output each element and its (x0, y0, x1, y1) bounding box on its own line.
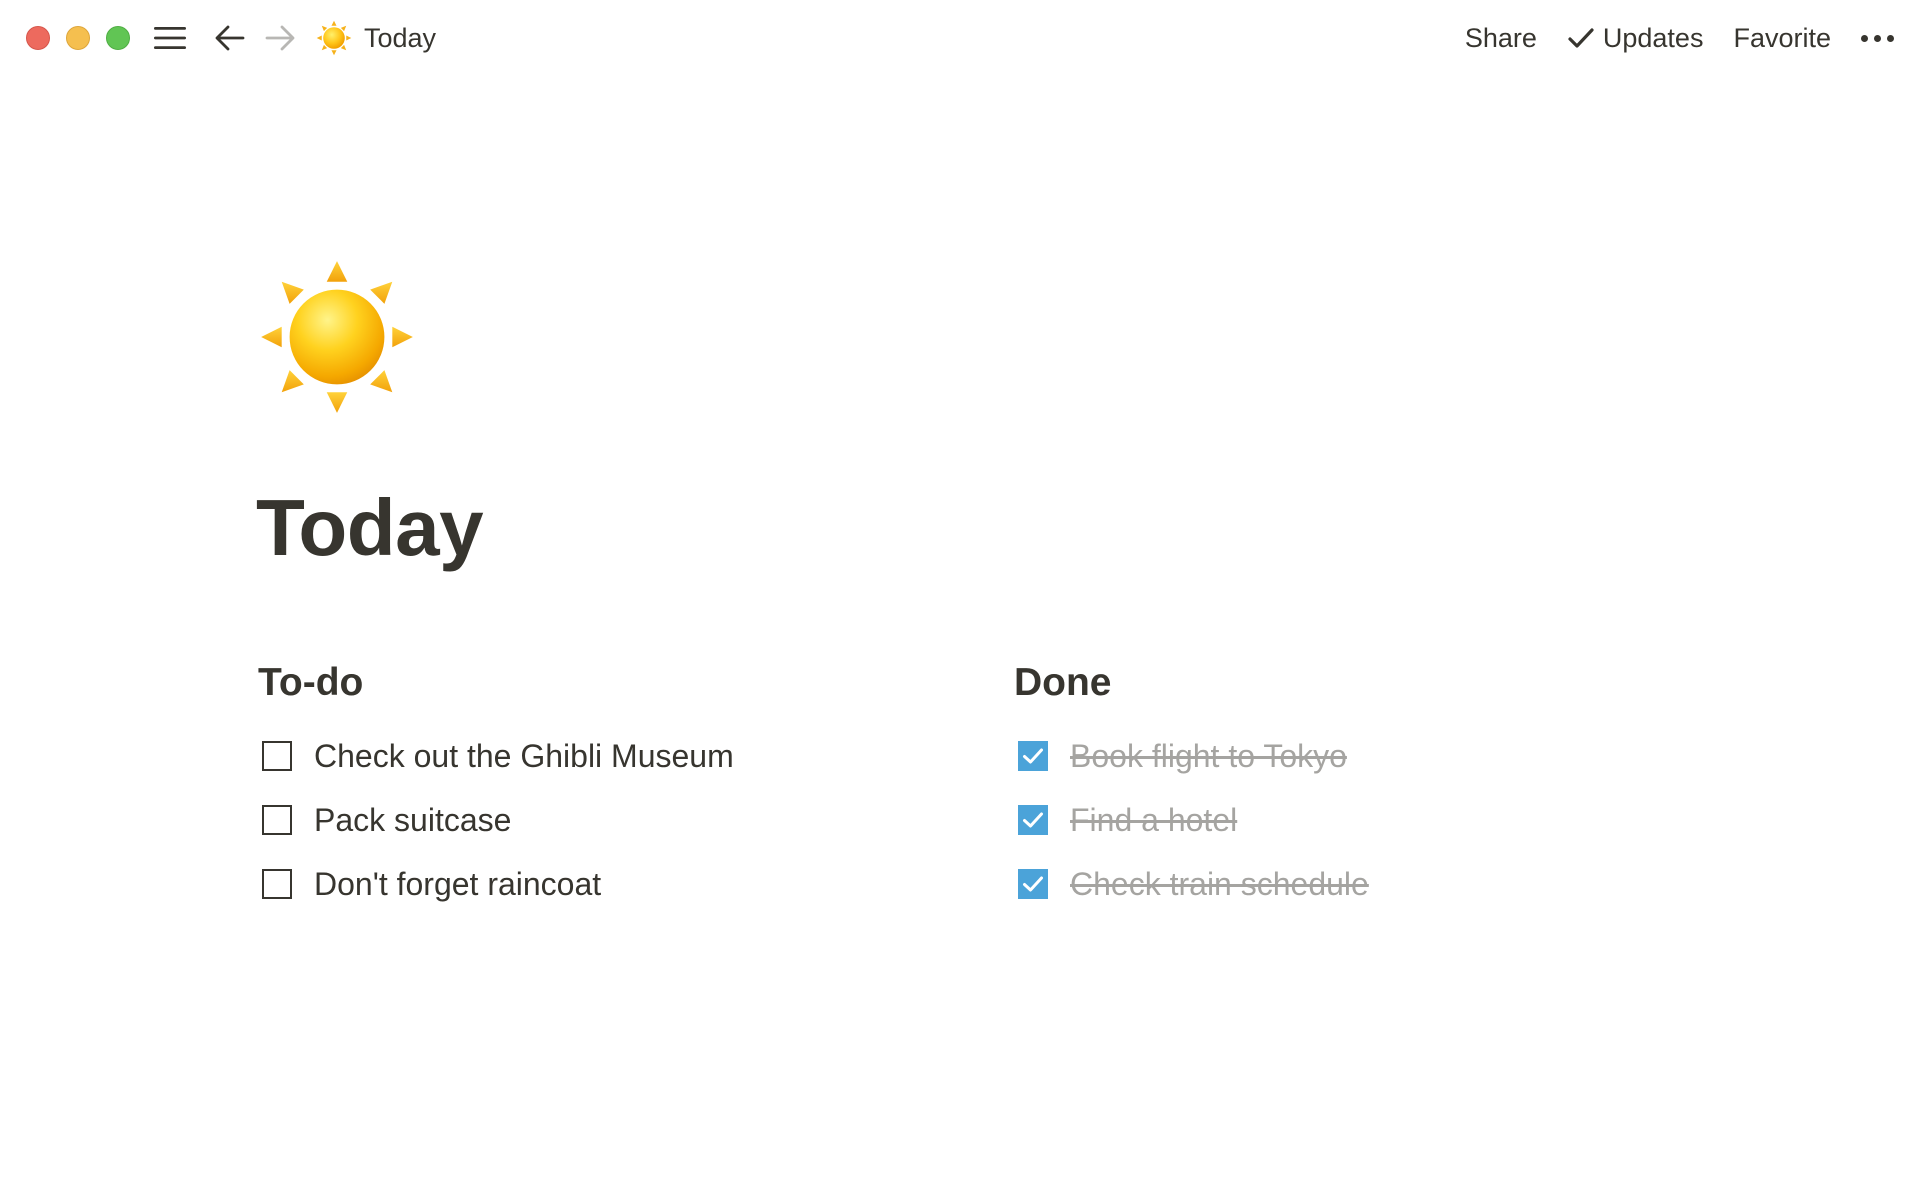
favorite-button[interactable]: Favorite (1733, 23, 1831, 54)
breadcrumb[interactable]: Today (316, 18, 436, 58)
done-item: Check train schedule (1014, 852, 1714, 916)
done-column: Done Book flight to Tokyo Find a hotel C… (1014, 660, 1714, 916)
arrow-right-icon[interactable] (262, 22, 298, 54)
checkbox-unchecked[interactable] (262, 741, 292, 771)
checkbox-unchecked[interactable] (262, 869, 292, 899)
done-item: Find a hotel (1014, 788, 1714, 852)
top-bar: Today Share Updates Favorite (0, 0, 1920, 78)
sun-icon[interactable] (258, 258, 416, 416)
arrow-left-icon[interactable] (212, 22, 248, 54)
checkmark-icon (1568, 28, 1594, 48)
favorite-label: Favorite (1733, 22, 1831, 53)
todo-heading[interactable]: To-do (258, 660, 958, 706)
done-item-label[interactable]: Book flight to Tokyo (1070, 738, 1347, 775)
done-item-label[interactable]: Find a hotel (1070, 802, 1237, 839)
todo-item-label[interactable]: Don't forget raincoat (314, 866, 601, 903)
todo-item: Don't forget raincoat (258, 852, 958, 916)
check-icon (1023, 876, 1043, 892)
sun-icon (316, 20, 352, 56)
checkbox-checked[interactable] (1018, 805, 1048, 835)
breadcrumb-title: Today (364, 22, 437, 53)
share-label: Share (1464, 22, 1537, 53)
more-dots-icon[interactable] (1861, 18, 1894, 58)
done-heading[interactable]: Done (1014, 660, 1714, 706)
check-icon (1023, 812, 1043, 828)
updates-button[interactable]: Updates (1567, 22, 1704, 54)
todo-item: Pack suitcase (258, 788, 958, 852)
window-minimize-button[interactable] (66, 26, 90, 50)
page-title[interactable]: Today (256, 488, 484, 568)
todo-item: Check out the Ghibli Museum (258, 724, 958, 788)
done-item: Book flight to Tokyo (1014, 724, 1714, 788)
window-close-button[interactable] (26, 26, 50, 50)
check-icon (1023, 748, 1043, 764)
checkbox-checked[interactable] (1018, 741, 1048, 771)
todo-item-label[interactable]: Check out the Ghibli Museum (314, 738, 734, 775)
todo-column: To-do Check out the Ghibli Museum Pack s… (258, 660, 958, 916)
share-button[interactable]: Share (1465, 23, 1537, 54)
hamburger-menu-icon[interactable] (152, 22, 188, 54)
checkbox-checked[interactable] (1018, 869, 1048, 899)
todo-item-label[interactable]: Pack suitcase (314, 802, 511, 839)
updates-label: Updates (1602, 22, 1704, 53)
window-zoom-button[interactable] (106, 26, 130, 50)
done-item-label[interactable]: Check train schedule (1070, 866, 1369, 903)
toolbar: Share Updates Favorite (1435, 18, 1894, 58)
checkbox-unchecked[interactable] (262, 805, 292, 835)
